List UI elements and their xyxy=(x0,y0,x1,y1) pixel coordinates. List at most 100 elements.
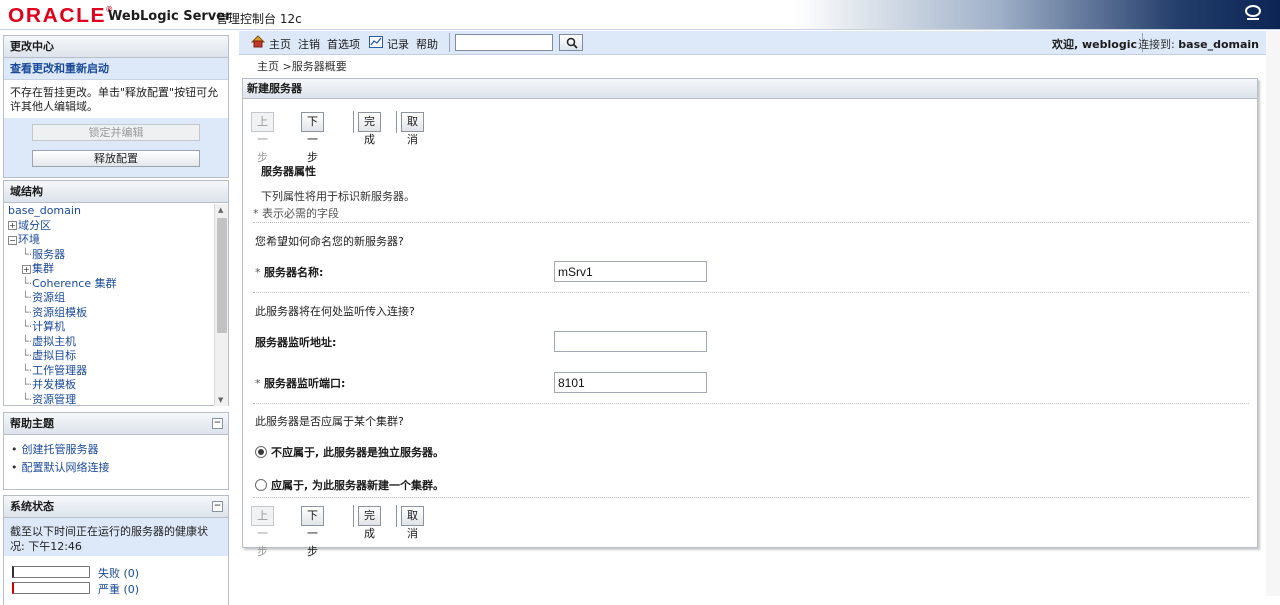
system-status-text: 截至以下时间正在运行的服务器的健康状况: 下午12:46 xyxy=(4,518,228,556)
required-note: * 表示必需的字段 xyxy=(253,207,339,220)
search-button[interactable] xyxy=(559,34,583,51)
product-subtitle: 管理控制台 12c xyxy=(216,12,302,26)
tree-node-domain-partitions[interactable]: + 域分区 xyxy=(8,219,208,234)
change-center-note: 不存在暂挂更改。单击"释放配置"按钮可允许其他人编辑域。 xyxy=(4,80,228,118)
tree-node-base-domain[interactable]: base_domain xyxy=(8,204,208,219)
expand-icon[interactable]: + xyxy=(22,264,31,274)
help-link-create-managed-server[interactable]: 创建托管服务器 xyxy=(22,443,99,456)
next-button[interactable]: 下一步 xyxy=(301,506,324,558)
domain-structure-panel: 域结构 base_domain + 域分区 − 环境 └·服务器 + 集群 └·Coh… xyxy=(3,180,229,406)
nav-help-link[interactable]: 帮助 xyxy=(416,36,438,52)
left-sidebar: 更改中心 查看更改和重新启动 不存在暂挂更改。单击"释放配置"按钮可允许其他人编… xyxy=(0,31,232,605)
divider xyxy=(449,33,450,52)
finish-button[interactable]: 完成 xyxy=(358,506,381,540)
tree-node-resource-groups[interactable]: └·资源组 xyxy=(8,291,208,306)
nav-home-link[interactable]: 主页 xyxy=(269,36,291,52)
connected-to: 连接到: base_domain xyxy=(1138,38,1259,51)
question-cluster: 此服务器是否应属于某个集群? xyxy=(255,415,404,428)
question-name: 您希望如何命名您的新服务器? xyxy=(255,235,404,248)
listen-address-label: 服务器监听地址: xyxy=(255,336,337,349)
list-item: • 配置默认网络连接 xyxy=(11,461,110,474)
radio-row-standalone[interactable]: 不应属于, 此服务器是独立服务器。 xyxy=(255,444,444,460)
change-center-panel: 更改中心 查看更改和重新启动 不存在暂挂更改。单击"释放配置"按钮可允许其他人编… xyxy=(3,35,229,178)
tree-node-virtual-hosts[interactable]: └·虚拟主机 xyxy=(8,335,208,350)
server-name-field[interactable] xyxy=(554,261,707,282)
oracle-logo: ORACLE® xyxy=(8,5,113,27)
release-config-button[interactable]: 释放配置 xyxy=(32,150,200,167)
tree-node-machines[interactable]: └·计算机 xyxy=(8,320,208,335)
next-button[interactable]: 下一步 xyxy=(301,112,324,164)
record-icon[interactable] xyxy=(369,36,383,48)
question-listen: 此服务器将在何处监听传入连接? xyxy=(255,305,415,318)
breadcrumb-current: 服务器概要 xyxy=(291,60,347,73)
tree-node-coherence-clusters[interactable]: └·Coherence 集群 xyxy=(8,277,208,292)
cancel-button[interactable]: 取消 xyxy=(401,506,424,540)
radio-standalone[interactable] xyxy=(255,446,267,458)
collapse-icon[interactable]: − xyxy=(8,235,17,245)
scroll-up-icon[interactable]: ▲ xyxy=(218,206,223,214)
domain-tree: base_domain + 域分区 − 环境 └·服务器 + 集群 └·Coheren… xyxy=(4,204,228,406)
lock-and-edit-button[interactable]: 锁定并编辑 xyxy=(32,124,200,141)
help-topics-panel: 帮助主题 − • 创建托管服务器 • 配置默认网络连接 xyxy=(3,412,229,490)
cancel-button[interactable]: 取消 xyxy=(401,112,424,146)
system-status-title: 系统状态 xyxy=(10,500,54,513)
search-icon xyxy=(566,37,578,49)
collapse-icon[interactable]: − xyxy=(212,501,223,512)
divider xyxy=(353,505,354,527)
collapse-icon[interactable]: − xyxy=(212,418,223,429)
back-button[interactable]: 上一步 xyxy=(251,112,274,164)
domain-structure-title: 域结构 xyxy=(4,181,228,203)
divider xyxy=(396,111,397,133)
shield-icon[interactable] xyxy=(1244,4,1262,24)
listen-address-field[interactable] xyxy=(554,331,707,352)
scroll-thumb[interactable] xyxy=(217,218,227,333)
tree-scrollbar[interactable]: ▲ ▼ xyxy=(214,204,228,406)
product-title: WebLogic Server xyxy=(108,9,232,24)
listen-port-field[interactable] xyxy=(554,372,707,393)
nav-preferences-link[interactable]: 首选项 xyxy=(327,36,360,52)
tree-node-resource-group-templates[interactable]: └·资源组模板 xyxy=(8,306,208,321)
section-description: 下列属性将用于标识新服务器。 xyxy=(261,190,415,203)
welcome-text: 欢迎, weblogic xyxy=(1052,38,1137,51)
list-item: • 创建托管服务器 xyxy=(11,443,99,456)
nav-record-link[interactable]: 记录 xyxy=(387,36,409,52)
critical-link[interactable]: 严重 (0) xyxy=(98,581,139,597)
view-changes-link[interactable]: 查看更改和重新启动 xyxy=(4,58,228,80)
divider xyxy=(253,403,1249,404)
scroll-down-icon[interactable]: ▼ xyxy=(218,396,223,404)
system-status-panel: 系统状态 − 截至以下时间正在运行的服务器的健康状况: 下午12:46 失败 (… xyxy=(3,495,229,605)
status-bar-failed xyxy=(12,566,90,578)
page-title: 新建服务器 xyxy=(243,79,1257,99)
change-center-title: 更改中心 xyxy=(4,36,228,58)
listen-port-label: * 服务器监听端口: xyxy=(255,377,346,390)
status-row-critical: 严重 (0) xyxy=(12,580,228,596)
radio-new-cluster[interactable] xyxy=(255,479,267,491)
tree-node-virtual-targets[interactable]: └·虚拟目标 xyxy=(8,349,208,364)
tree-node-concurrent-templates[interactable]: └·并发模板 xyxy=(8,378,208,393)
failed-link[interactable]: 失败 (0) xyxy=(98,565,139,581)
page-scrollbar[interactable] xyxy=(1266,31,1280,596)
radio-row-new-cluster[interactable]: 应属于, 为此服务器新建一个集群。 xyxy=(255,477,444,493)
tree-node-clusters[interactable]: + 集群 xyxy=(8,262,208,277)
home-icon[interactable] xyxy=(251,35,265,48)
section-title: 服务器属性 xyxy=(261,165,316,178)
new-server-panel: 新建服务器 上一步 下一步 完成 取消 服务器属性 下列属性将用于标识新服务器。… xyxy=(242,78,1258,558)
tree-node-environment[interactable]: − 环境 xyxy=(8,233,208,248)
divider xyxy=(353,111,354,133)
tree-node-work-managers[interactable]: └·工作管理器 xyxy=(8,364,208,379)
finish-button[interactable]: 完成 xyxy=(358,112,381,146)
help-link-configure-network[interactable]: 配置默认网络连接 xyxy=(22,461,110,474)
top-banner: ORACLE® WebLogic Server 管理控制台 12c xyxy=(0,0,1280,30)
back-button[interactable]: 上一步 xyxy=(251,506,274,558)
content-area: 主页 注销 首选项 记录 帮助 欢迎, weblogic 连接到: base_d… xyxy=(239,31,1267,596)
tree-node-servers[interactable]: └·服务器 xyxy=(8,248,208,263)
divider xyxy=(253,222,1249,223)
expand-icon[interactable]: + xyxy=(8,221,17,230)
tree-node-resource-management[interactable]: └·资源管理 xyxy=(8,393,208,407)
nav-logout-link[interactable]: 注销 xyxy=(298,36,320,52)
help-topics-title: 帮助主题 xyxy=(10,417,54,430)
divider xyxy=(396,505,397,527)
search-input[interactable] xyxy=(455,34,553,51)
divider xyxy=(253,497,1249,498)
breadcrumb-home[interactable]: 主页 xyxy=(257,60,279,73)
